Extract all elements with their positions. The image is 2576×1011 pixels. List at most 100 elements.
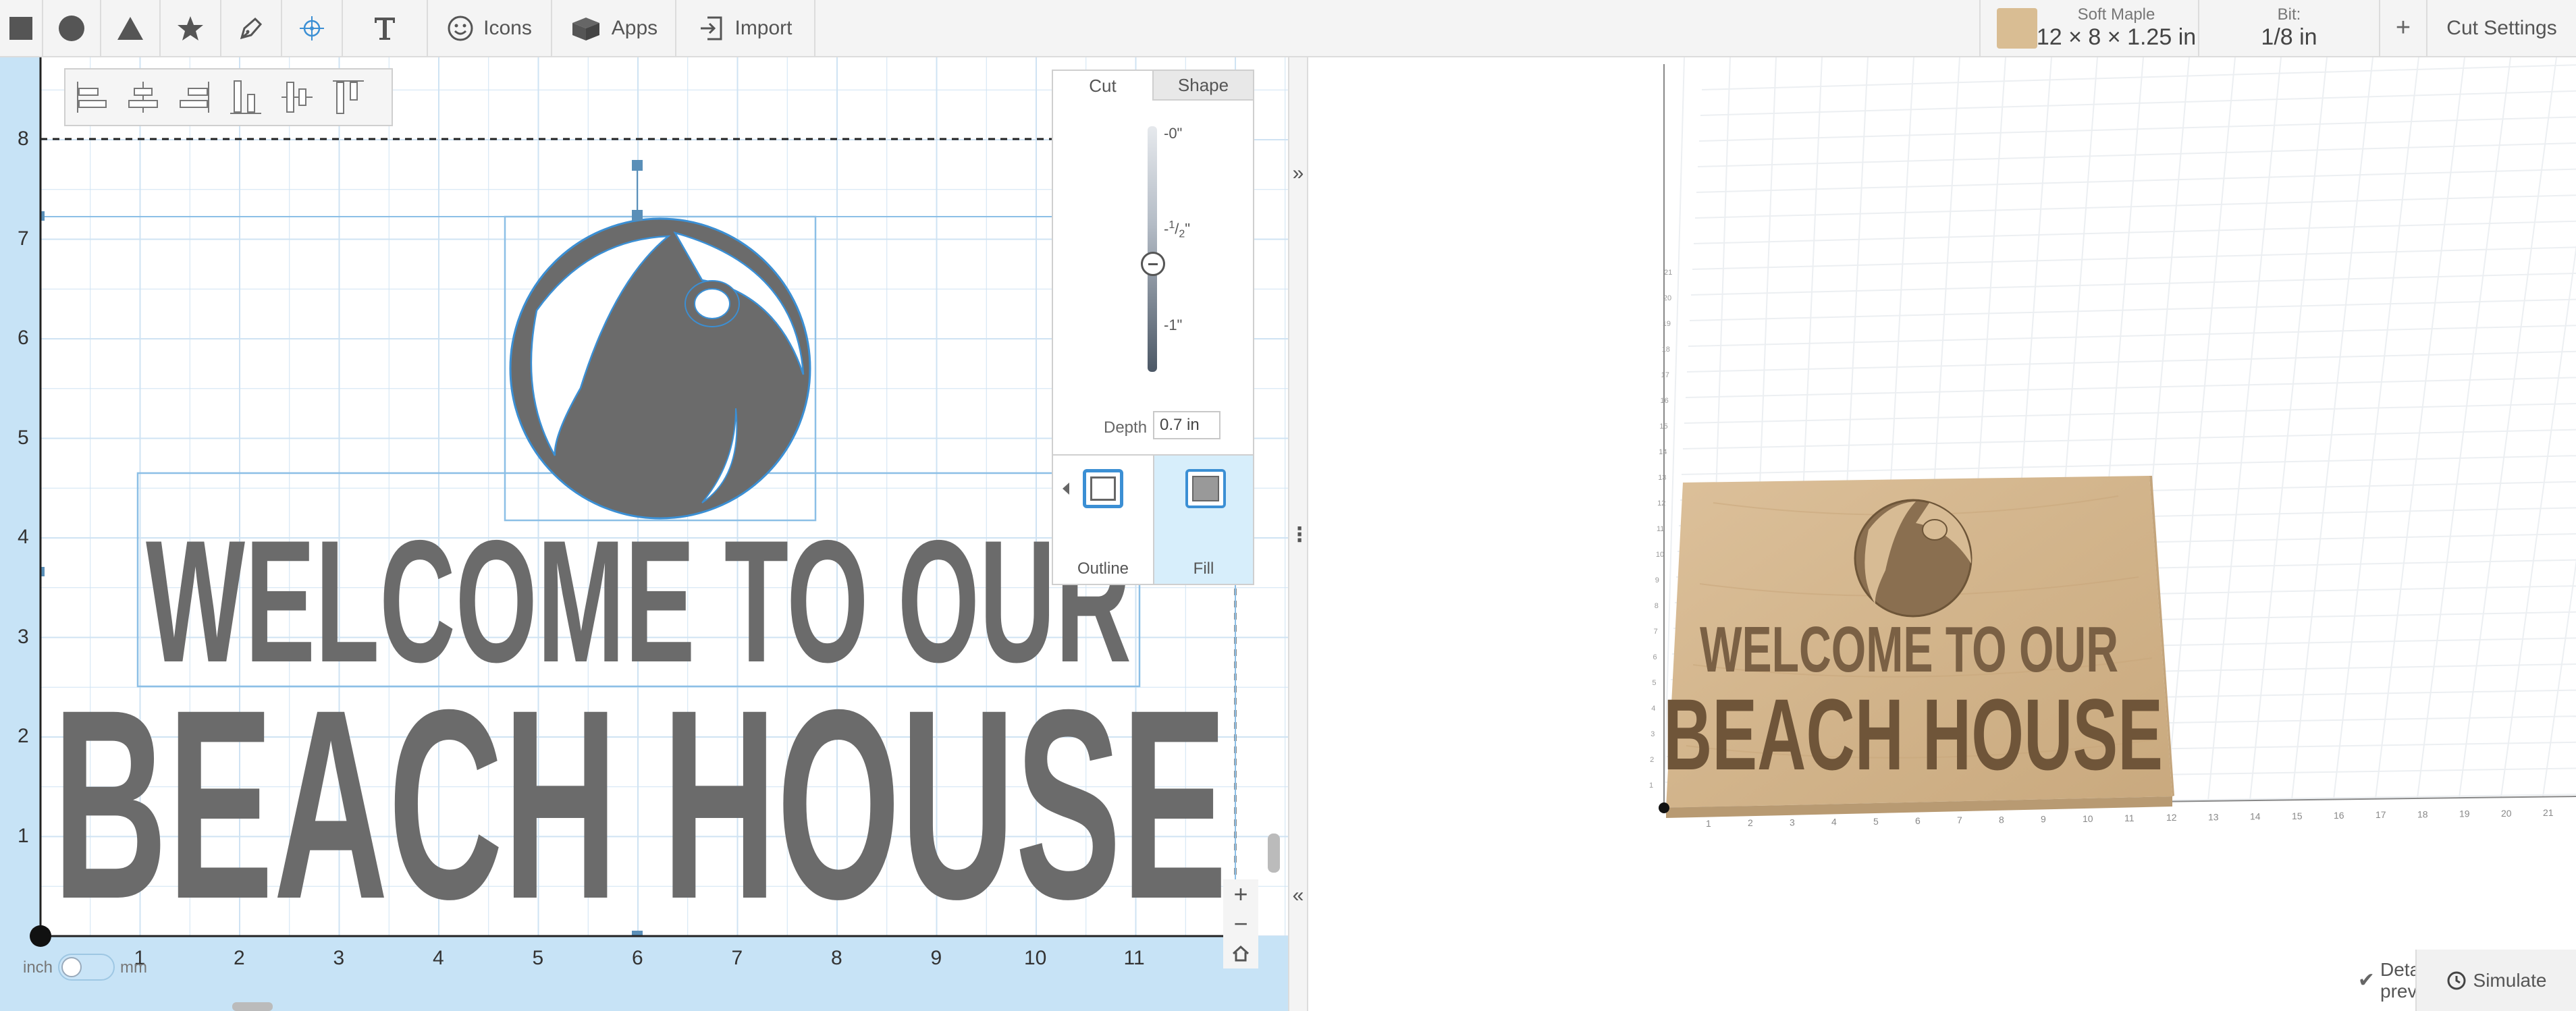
depth-slider-handle[interactable] (1141, 251, 1165, 276)
y-axis-tick-label: 1 (1649, 782, 1653, 790)
y-axis-tick-label: 2 (18, 725, 29, 747)
fill-mode-label: Fill (1193, 559, 1214, 578)
design-canvas[interactable]: WELCOME TO OUR BEACH HOUSE 87654321 1 2 … (0, 57, 1288, 1011)
horizontal-ruler (0, 936, 1288, 1011)
apps-button[interactable]: Apps (552, 0, 676, 56)
align-right-button[interactable] (178, 77, 211, 117)
align-right-icon (180, 82, 209, 113)
circle-tool-button[interactable] (43, 0, 101, 56)
caret-left-icon (1063, 483, 1069, 495)
zoom-in-button[interactable]: + (1223, 879, 1258, 909)
align-left-button[interactable] (75, 77, 109, 117)
y-axis-tick-label: 6 (18, 327, 29, 349)
depth-input[interactable] (1153, 411, 1220, 439)
add-bit-button[interactable]: + (2379, 0, 2426, 56)
x-axis-tick-label: 4 (433, 947, 444, 969)
3d-scene[interactable]: 1 2 3 4 5 6 7 8 9 10 11 12 13 14 15 16 17 18 19 20 211234567… (1308, 57, 2576, 1011)
board-text-line2: BEACH HOUSE (1663, 678, 2163, 791)
depth-tick-mid-suffix: " (1185, 220, 1191, 238)
beach-house-text-shape[interactable]: BEACH HOUSE (53, 653, 1227, 955)
minus-icon (1148, 263, 1158, 265)
x-axis-tick-label: 20 (2501, 808, 2512, 819)
smiley-icon (448, 16, 473, 40)
rectangle-tool-button[interactable] (0, 0, 43, 56)
depth-slider-track[interactable] (1148, 126, 1157, 372)
detailed-preview-check[interactable]: ✔ (2288, 950, 2380, 1011)
star-tool-button[interactable] (161, 0, 221, 56)
y-axis-tick-label: 13 (1658, 474, 1666, 482)
3d-origin-marker (1659, 802, 1669, 813)
import-icon (701, 16, 722, 40)
alignment-toolbar (64, 68, 393, 126)
material-selector[interactable]: Soft Maple 12 × 8 × 1.25 in (1979, 0, 2198, 56)
collapse-left-icon[interactable]: « (1289, 884, 1307, 907)
y-axis-tick-label: 17 (1661, 371, 1669, 379)
text-tool-button[interactable] (343, 0, 428, 56)
app-root: Icons Apps Import Soft Maple 12 × 8 × 1.… (0, 0, 2576, 1011)
tab-shape[interactable]: Shape (1152, 71, 1253, 101)
y-axis-tick-label: 5 (18, 426, 29, 449)
panel-splitter[interactable]: » ⋮ « (1288, 57, 1310, 1011)
import-button[interactable]: Import (676, 0, 815, 56)
x-axis-tick-label: 1 (1706, 818, 1711, 829)
x-axis-tick-label: 14 (2250, 811, 2261, 822)
top-toolbar: Icons Apps Import Soft Maple 12 × 8 × 1.… (0, 0, 2576, 57)
triangle-icon (117, 16, 143, 40)
bit-selector[interactable]: Bit: 1/8 in (2198, 0, 2379, 56)
vertical-scrollbar-thumb[interactable] (1268, 834, 1280, 873)
collapse-right-icon[interactable]: » (1289, 162, 1307, 185)
align-top-icon (333, 80, 364, 114)
clock-icon (2447, 971, 2466, 989)
x-axis-tick-label: 19 (2459, 809, 2470, 819)
zoom-out-button[interactable]: − (1223, 909, 1258, 939)
x-axis-tick-label: 9 (930, 947, 942, 969)
zoom-fit-button[interactable] (1223, 939, 1258, 968)
x-axis-tick-label: 8 (1999, 814, 2004, 825)
y-axis-tick-label: 3 (18, 625, 29, 648)
tab-cut[interactable]: Cut (1053, 71, 1152, 101)
beach-ball-shape[interactable] (509, 217, 811, 520)
simulate-button[interactable]: Simulate (2415, 950, 2576, 1011)
fill-mode-button[interactable]: Fill (1153, 456, 1253, 584)
x-axis-tick-label: 7 (1957, 815, 1962, 825)
y-axis-tick-label: 6 (1653, 653, 1657, 661)
pen-tool-button[interactable] (221, 0, 282, 56)
y-axis-tick-label: 20 (1663, 294, 1671, 302)
icons-button[interactable]: Icons (428, 0, 552, 56)
point-tool-button[interactable] (282, 0, 343, 56)
unit-toggle[interactable] (58, 954, 115, 981)
x-axis-tick-label: 7 (731, 947, 743, 969)
y-axis-tick-label: 4 (1651, 705, 1655, 713)
material-swatch (1997, 8, 2037, 49)
drag-handle-icon[interactable]: ⋮ (1289, 523, 1310, 547)
outline-mode-label: Outline (1077, 559, 1129, 578)
align-bottom-button[interactable] (229, 77, 263, 117)
x-axis-tick-label: 2 (1748, 817, 1753, 828)
y-axis-tick-label: 15 (1659, 422, 1667, 431)
x-axis-tick-label: 13 (2208, 811, 2219, 822)
star-icon (178, 16, 203, 40)
y-axis-tick-label: 16 (1661, 397, 1669, 405)
y-axis-tick-label: 7 (18, 227, 29, 250)
crosshair-icon (300, 16, 324, 40)
apps-blocks-icon (572, 17, 599, 40)
align-top-button[interactable] (331, 77, 365, 117)
align-center-vertical-icon (281, 82, 313, 113)
cut-settings-button[interactable]: Cut Settings (2426, 0, 2576, 56)
circle-icon (59, 15, 84, 41)
3d-preview-panel[interactable]: 1 2 3 4 5 6 7 8 9 10 11 12 13 14 15 16 17 18 19 20 21 1 2 3 4 5 6 7… (1308, 57, 2576, 1011)
depth-tick-mid-numerator: 1 (1169, 219, 1175, 231)
align-center-h-button[interactable] (126, 77, 160, 117)
triangle-tool-button[interactable] (101, 0, 161, 56)
x-axis-tick-label: 10 (2083, 813, 2093, 824)
y-axis-tick-label: 8 (1655, 602, 1659, 610)
material-name: Soft Maple (2077, 5, 2155, 24)
depth-tick-bottom: -1" (1164, 317, 1183, 333)
outline-mode-icon (1083, 469, 1123, 508)
x-axis-tick-label: 10 (1024, 947, 1047, 969)
material-dimensions: 12 × 8 × 1.25 in (2036, 24, 2197, 50)
outline-mode-button[interactable]: Outline (1053, 456, 1153, 584)
horizontal-scrollbar-thumb[interactable] (232, 1002, 273, 1011)
align-center-v-button[interactable] (280, 77, 314, 117)
import-label: Import (734, 16, 793, 39)
